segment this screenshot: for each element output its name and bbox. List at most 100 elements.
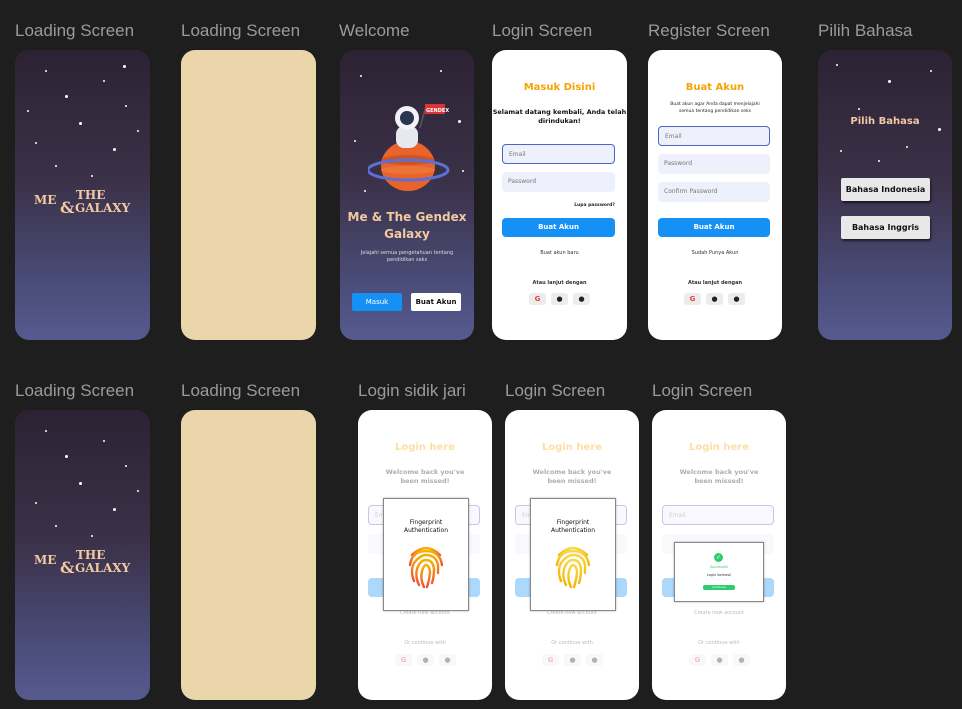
- facebook-icon[interactable]: ●: [711, 654, 728, 666]
- success-title: Successful: [709, 565, 729, 569]
- logo-galaxy: GALAXY: [75, 201, 131, 215]
- login-subtitle-line2: been missed!: [547, 477, 597, 485]
- login-title: Login here: [688, 442, 750, 453]
- login-title: Masuk Disini: [523, 82, 596, 93]
- login-success-dialog[interactable]: ✓ Successful Login berhasil Continue: [674, 542, 764, 602]
- fingerprint-dialog[interactable]: Fingerprint Authentication: [530, 498, 616, 611]
- or-continue-text: Or continue with: [404, 640, 446, 646]
- logo-galaxy: GALAXY: [75, 561, 131, 575]
- google-icon[interactable]: G: [689, 654, 706, 666]
- create-account-link[interactable]: Buat akun baru: [492, 250, 627, 256]
- logo-the: THE: [76, 548, 106, 562]
- welcome-screen-frame[interactable]: GENDEX Me & The Gendex Galaxy Jelajahi s…: [340, 50, 474, 340]
- facebook-icon[interactable]: ●: [564, 654, 581, 666]
- masuk-button[interactable]: Masuk: [352, 293, 402, 311]
- email-input[interactable]: Email: [658, 126, 770, 146]
- apple-icon[interactable]: ●: [573, 293, 590, 305]
- flag-text: GENDEX: [426, 108, 449, 114]
- email-input[interactable]: Email: [502, 144, 615, 164]
- login-screen-frame[interactable]: Masuk Disini Selamat datang kembali, And…: [492, 50, 627, 340]
- buat-akun-button[interactable]: Buat Akun: [411, 293, 461, 311]
- google-icon[interactable]: G: [684, 293, 701, 305]
- welcome-title-line2: Galaxy: [384, 227, 430, 241]
- have-account-link[interactable]: Sudah Punya Akun: [648, 250, 782, 256]
- logo-the: THE: [76, 188, 106, 202]
- loading-screen-frame[interactable]: [181, 50, 316, 340]
- or-continue-text: Atau lanjut dengan: [687, 280, 743, 286]
- logo-ampersand: &: [60, 558, 75, 577]
- login-title: Login here: [541, 442, 603, 453]
- frame-label-loading: Loading Screen: [15, 381, 135, 400]
- login-subtitle: Welcome back you've: [385, 468, 465, 476]
- confirm-password-input[interactable]: Confirm Password: [658, 182, 770, 202]
- frame-label-language: Pilih Bahasa: [818, 21, 913, 40]
- dialog-title-line2: Authentication: [550, 527, 596, 534]
- frame-label-login: Login Screen: [652, 381, 753, 400]
- register-screen-frame[interactable]: Buat Akun Buat akun agar Anda dapat menj…: [648, 50, 782, 340]
- login-subtitle: Selamat datang kembali, Anda telah: [492, 108, 627, 116]
- dialog-title: Fingerprint: [409, 519, 443, 526]
- login-subtitle-line2: been missed!: [694, 477, 744, 485]
- fingerprint-icon[interactable]: [553, 543, 593, 589]
- continue-button[interactable]: Continue: [703, 585, 735, 590]
- fingerprint-icon[interactable]: [406, 543, 446, 589]
- language-screen-frame[interactable]: Pilih Bahasa Bahasa Indonesia Bahasa Ing…: [818, 50, 952, 340]
- loading-screen-frame[interactable]: ME & THE GALAXY: [15, 410, 150, 700]
- fingerprint-login-frame[interactable]: Login here Welcome back you've been miss…: [358, 410, 492, 700]
- bahasa-inggris-button[interactable]: Bahasa Inggris: [841, 216, 930, 239]
- email-input[interactable]: Email: [662, 505, 774, 525]
- fingerprint-dialog[interactable]: Fingerprint Authentication: [383, 498, 469, 611]
- check-icon: ✓: [714, 553, 723, 562]
- frame-label-login: Login Screen: [492, 21, 593, 40]
- bahasa-indonesia-button[interactable]: Bahasa Indonesia: [841, 178, 930, 201]
- google-icon[interactable]: G: [529, 293, 546, 305]
- google-icon[interactable]: G: [395, 654, 412, 666]
- logo-me: ME: [34, 553, 57, 567]
- login-subtitle: Welcome back you've: [679, 468, 759, 476]
- loading-screen-frame[interactable]: ME & THE GALAXY: [15, 50, 150, 340]
- logo-me: ME: [34, 193, 57, 207]
- facebook-icon[interactable]: ●: [551, 293, 568, 305]
- frame-label-welcome: Welcome: [339, 21, 410, 40]
- loading-screen-frame[interactable]: [181, 410, 316, 700]
- app-logo: ME & THE GALAXY: [15, 548, 150, 588]
- register-subtitle: Buat akun agar Anda dapat menjelajahi: [670, 102, 760, 107]
- frame-label-loading: Loading Screen: [181, 381, 301, 400]
- google-icon[interactable]: G: [542, 654, 559, 666]
- success-message: Login berhasil: [706, 573, 732, 577]
- or-continue-text: Or continue with: [551, 640, 593, 646]
- frame-label-loading: Loading Screen: [15, 21, 135, 40]
- welcome-title: Me & The Gendex: [347, 210, 467, 224]
- frame-label-fingerprint: Login sidik jari: [358, 381, 466, 400]
- login-submit-button[interactable]: Buat Akun: [502, 218, 615, 237]
- login-subtitle-line2: dirindukan!: [538, 117, 581, 125]
- login-success-frame[interactable]: Login here Welcome back you've been miss…: [652, 410, 786, 700]
- or-continue-text: Or continue with: [698, 640, 740, 646]
- language-title: Pilih Bahasa: [850, 116, 920, 127]
- apple-icon[interactable]: ●: [728, 293, 745, 305]
- create-account-link[interactable]: Create new account: [652, 610, 786, 616]
- frame-label-loading: Loading Screen: [181, 21, 301, 40]
- apple-icon[interactable]: ●: [586, 654, 603, 666]
- dialog-title: Fingerprint: [556, 519, 590, 526]
- register-title: Buat Akun: [685, 82, 745, 93]
- register-subtitle-line2: semua tentang pendidikan seks: [679, 109, 751, 114]
- or-continue-text: Atau lanjut dengan: [532, 280, 587, 286]
- frame-label-register: Register Screen: [648, 21, 770, 40]
- logo-ampersand: &: [60, 198, 75, 217]
- facebook-icon[interactable]: ●: [706, 293, 723, 305]
- frame-label-login: Login Screen: [505, 381, 606, 400]
- dialog-title-line2: Authentication: [403, 527, 449, 534]
- register-submit-button[interactable]: Buat Akun: [658, 218, 770, 237]
- app-logo: ME & THE GALAXY: [15, 188, 150, 228]
- welcome-description: Jelajahi semua pengetahuan tentang: [360, 250, 454, 256]
- fingerprint-login-frame[interactable]: Login here Welcome back you've been miss…: [505, 410, 639, 700]
- forgot-password-link[interactable]: Lupa password?: [574, 203, 615, 208]
- login-subtitle-line2: been missed!: [400, 477, 450, 485]
- apple-icon[interactable]: ●: [439, 654, 456, 666]
- facebook-icon[interactable]: ●: [417, 654, 434, 666]
- apple-icon[interactable]: ●: [733, 654, 750, 666]
- password-input[interactable]: Password: [658, 154, 770, 174]
- password-input[interactable]: Password: [502, 172, 615, 192]
- astronaut-planet-illustration: GENDEX: [368, 104, 450, 191]
